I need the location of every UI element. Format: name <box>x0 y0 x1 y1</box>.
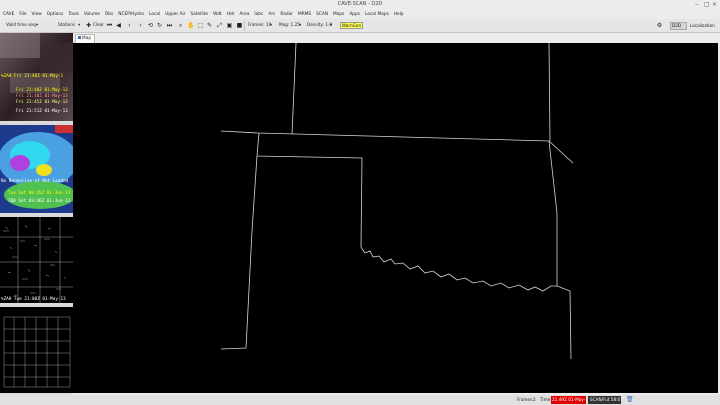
thumbnail-pane[interactable]: %ZAH Tue 21:00Z 01-May-13 <box>0 217 73 305</box>
menu-arc[interactable]: Arc <box>268 12 275 17</box>
last-frame-icon[interactable]: ⏭ <box>166 22 173 29</box>
thumbnail-label: Fri 21:40Z 01-May-13 <box>16 88 68 93</box>
menu-wdt[interactable]: Wdt <box>213 12 222 17</box>
thumbnail-label: No Normalize of Not Loaded <box>1 179 69 184</box>
menu-options[interactable]: Options <box>47 12 64 17</box>
state-boundary-line <box>548 140 572 360</box>
menu-volume[interactable]: Volume <box>84 12 100 17</box>
time-label: Time: <box>540 397 552 402</box>
menu-obs[interactable]: Obs <box>105 12 113 17</box>
menu-mrms[interactable]: MRMS <box>298 12 311 17</box>
menu-view[interactable]: View <box>32 12 42 17</box>
menu-iabc[interactable]: Iabc <box>254 12 263 17</box>
status-bar: Frames: 2 Time: 21:49Z 01-May-13 SCAN/Fu… <box>0 395 720 405</box>
thumbnail-label: Fri 21:51Z 01-May-13 <box>16 109 68 114</box>
scan-status-display: SCAN/Fut 58:07 <box>588 396 621 404</box>
step-forward-icon[interactable]: › <box>137 22 144 29</box>
window-title: CAVE:SCAN - D2D <box>337 1 383 7</box>
state-boundary-line <box>291 43 297 135</box>
menu-tools[interactable]: Tools <box>68 12 79 17</box>
fill-icon[interactable]: ■ <box>236 22 243 29</box>
state-boundary-line <box>548 43 551 142</box>
red-river-boundary <box>360 246 557 292</box>
menu-area[interactable]: Area <box>239 12 249 17</box>
minimize-icon[interactable]: – <box>695 1 698 8</box>
first-frame-icon[interactable]: ⏮ <box>106 22 113 29</box>
map-icon <box>78 36 81 39</box>
tab-map[interactable]: Map 11 <box>75 34 95 49</box>
thumbnail-pane[interactable] <box>0 307 73 395</box>
previous-frame-icon[interactable]: ◀ <box>115 22 122 29</box>
thumbnail-label: Fri 21:45Z 01-May-13 <box>16 100 68 105</box>
chevron-down-icon[interactable]: ▾ <box>270 22 272 27</box>
clear-button[interactable]: Clear <box>93 22 104 27</box>
thumbnail-pane[interactable]: No Normalize of Not Loaded Tue Sat 00:45… <box>0 125 73 215</box>
state-boundary-line <box>256 132 363 248</box>
frames-label: Frames: <box>517 397 534 402</box>
cave-window: CAVE:SCAN - D2D – □ × CAVE File View Option… <box>0 0 720 405</box>
maximize-icon[interactable]: □ <box>704 1 710 8</box>
panel-select-dropdown[interactable]: Stations <box>58 22 75 27</box>
zoom-icon[interactable]: ⌕ <box>177 22 184 29</box>
menu-upper-air[interactable]: Upper Air <box>165 12 185 17</box>
frames-value: 2 <box>533 397 536 402</box>
state-boundaries <box>220 43 574 360</box>
menu-ncep-hydro[interactable]: NCEP/Hydro <box>118 12 144 17</box>
settings-icon[interactable]: ⚙ <box>656 22 663 29</box>
close-icon[interactable]: × <box>712 1 717 8</box>
panel-layout-icon[interactable]: ▣ <box>226 22 233 29</box>
menu-bar: CAVE File View Options Tools Volume Obs NCEP/Hy… <box>0 10 720 19</box>
menu-local-maps[interactable]: Local Maps <box>365 12 389 17</box>
chevron-down-icon[interactable]: ▾ <box>330 22 332 27</box>
draw-icon[interactable]: ✎ <box>206 22 213 29</box>
menu-help[interactable]: Help <box>394 12 404 17</box>
thumbnail-label: 700 Sat 03:46Z 01-Jun-13 <box>8 199 71 204</box>
loop-icon[interactable]: ⟲ <box>147 22 154 29</box>
menu-apps[interactable]: Apps <box>349 12 360 17</box>
toolbar-separator <box>244 21 245 31</box>
density-dropdown[interactable]: Density: 1.0 <box>307 22 332 27</box>
pan-icon[interactable]: ✋ <box>187 22 194 29</box>
thumbnail-pane[interactable]: %ZAH Fri 21:40Z 01-May-1 Fri 21:40Z 01-M… <box>0 33 73 123</box>
warngen-button[interactable]: WarnGen <box>340 22 363 29</box>
toolbar: Valid time seq ▾ Stations ▾ ✚ Clear ⏮ ◀ … <box>0 19 720 33</box>
menu-maps[interactable]: Maps <box>333 12 344 17</box>
state-boundary-line <box>220 155 258 350</box>
step-back-icon[interactable]: ‹ <box>126 22 133 29</box>
map-display[interactable] <box>73 43 718 393</box>
refresh-icon[interactable]: ↻ <box>156 22 163 29</box>
menu-hdr[interactable]: Hdr <box>227 12 235 17</box>
chevron-down-icon[interactable]: ▾ <box>299 22 301 27</box>
menu-cave[interactable]: CAVE <box>3 12 14 17</box>
frame-time-display: 21:49Z 01-May-13 <box>551 396 586 404</box>
d2d-label: D2D <box>672 23 682 28</box>
menu-scan[interactable]: SCAN <box>316 12 328 17</box>
d2d-perspective-button[interactable]: D2D <box>670 22 687 30</box>
magnification-dropdown[interactable]: Mag: 1.25 <box>279 22 300 27</box>
editor-tab-bar: Map 11 <box>73 33 720 49</box>
frames-dropdown[interactable]: Frames: 10 <box>248 22 271 27</box>
fit-icon[interactable]: ⤢ <box>216 22 223 29</box>
trash-icon[interactable]: 🗑 <box>626 396 634 403</box>
localization-perspective-button[interactable]: Localization <box>690 23 715 28</box>
title-bar: CAVE:SCAN - D2D – □ × <box>0 0 720 10</box>
thumbnail-panel: %ZAH Fri 21:40Z 01-May-1 Fri 21:40Z 01-M… <box>0 33 73 395</box>
state-boundary-line <box>220 130 574 164</box>
menu-satellite[interactable]: Satellite <box>190 12 208 17</box>
chevron-down-icon[interactable]: ▾ <box>36 22 38 27</box>
thumbnail-label: %ZAH Fri 21:40Z 01-May-1 <box>1 74 64 79</box>
thumbnail-label: Fri 21:40Z 01-May-13 <box>16 94 68 99</box>
chevron-down-icon[interactable]: ▾ <box>78 22 80 27</box>
menu-radar[interactable]: Radar <box>280 12 293 17</box>
select-icon[interactable]: ⬚ <box>197 22 204 29</box>
menu-file[interactable]: File <box>19 12 26 17</box>
clear-icon[interactable]: ✚ <box>85 22 92 29</box>
time-select-dropdown[interactable]: Valid time seq <box>6 22 36 27</box>
thumbnail-label: %ZAH Tue 21:00Z 01-May-13 <box>1 297 66 302</box>
menu-local[interactable]: Local <box>149 12 160 17</box>
thumbnail-label: Tue Sat 00:45Z 01-Jun-13 <box>8 191 71 196</box>
